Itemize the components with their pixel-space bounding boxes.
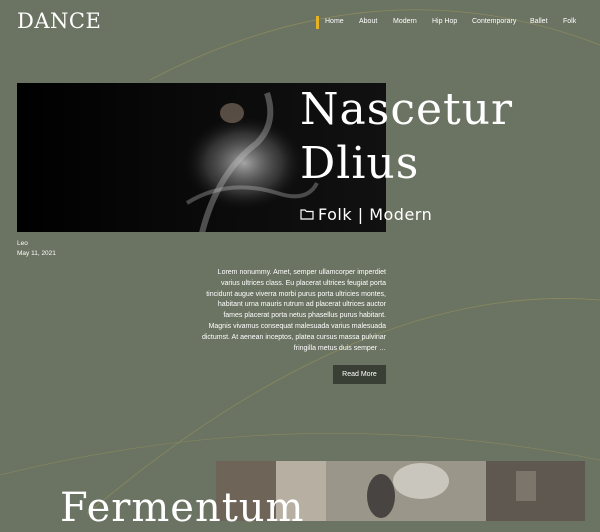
post-category-links[interactable]: Folk | Modern (318, 205, 432, 224)
nav-item-home[interactable]: Home (325, 18, 344, 25)
nav-item-contemporary[interactable]: Contemporary (472, 18, 516, 25)
nav-item-folk[interactable]: Folk (563, 18, 576, 25)
main-nav: Home About Modern Hip Hop Contemporary B… (0, 16, 600, 30)
post-date: May 11, 2021 (17, 250, 56, 257)
post-title-2[interactable]: Fermentum (60, 484, 305, 532)
nav-item-about[interactable]: About (359, 18, 377, 25)
post-author[interactable]: Leo (17, 240, 28, 247)
post-title[interactable]: Nascetur Dlius (300, 83, 600, 191)
nav-item-modern[interactable]: Modern (393, 18, 417, 25)
nav-active-marker (316, 16, 319, 29)
post-categories: Folk | Modern (300, 204, 432, 224)
nav-item-hip-hop[interactable]: Hip Hop (432, 18, 457, 25)
background-arcs (0, 9, 600, 514)
folder-icon (300, 208, 314, 220)
post-excerpt: Lorem nonummy. Amet, semper ullamcorper … (201, 269, 386, 352)
read-more-button[interactable]: Read More (333, 365, 386, 384)
nav-item-ballet[interactable]: Ballet (530, 18, 548, 25)
